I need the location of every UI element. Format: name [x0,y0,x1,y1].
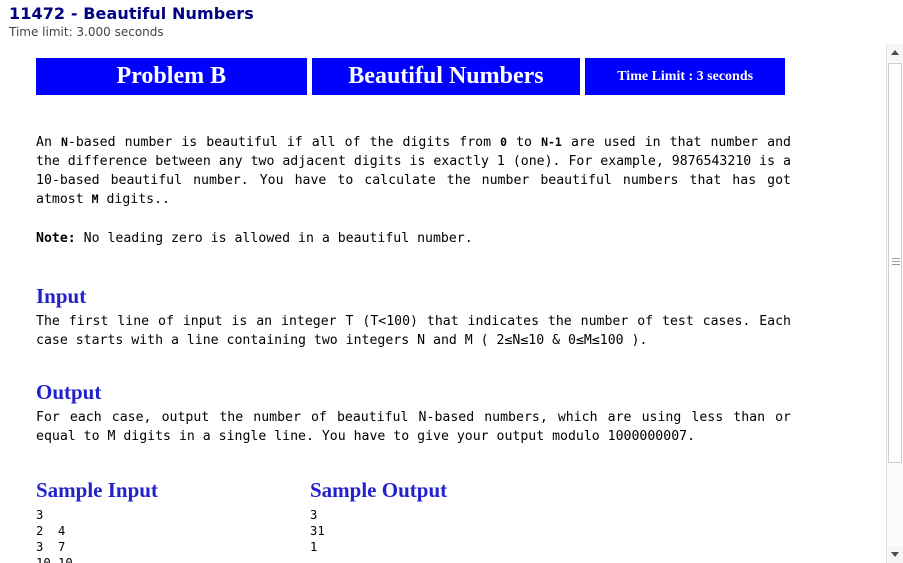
desc-part-2: -based number is beautiful if all of the… [67,135,501,150]
input-text-a: The first line of input is an integer [36,314,346,329]
input-var-n: N [417,333,426,348]
scroll-up-arrow-icon [891,50,899,55]
desc-part-1: An [36,135,61,150]
output-var-n: N [418,410,427,425]
input-section-body: The first line of input is an integer T … [36,312,791,350]
page-header: 11472 - Beautiful Numbers Time limit: 3.… [0,0,903,40]
scroll-down-arrow-icon [891,552,899,557]
desc-part-5: digits.. [98,192,170,207]
desc-var-m: M [91,192,99,206]
banner-problem-name: Beautiful Numbers [311,58,581,95]
banner-time-limit: Time Limit : 3 seconds [585,58,786,95]
page-title: 11472 - Beautiful Numbers [9,4,254,23]
banner-problem-label: Problem B [36,58,307,95]
input-text-g: ). [623,333,648,348]
scroll-up-button[interactable] [887,44,903,61]
vertical-scrollbar[interactable] [886,44,903,563]
problem-document-pane: Problem B Beautiful Numbers Time Limit :… [0,44,886,563]
input-range-n: 2≤N≤10 [496,333,545,348]
note-text: No leading zero is allowed in a beautifu… [75,231,473,246]
input-section-heading: Input [36,284,87,308]
input-text-f: & [544,333,569,348]
sample-output-heading: Sample Output [310,478,448,502]
scrollbar-track[interactable] [887,61,903,546]
desc-var-zero: 0 [500,135,508,149]
scrollbar-thumb[interactable] [888,63,902,463]
input-text-e: ( [472,333,497,348]
output-text-a: For each case, output the number of beau… [36,410,419,425]
desc-var-n: N [60,135,68,149]
desc-var-n-minus-1: N-1 [541,135,562,149]
output-text-c: digits in a single line. You have to giv… [115,429,696,444]
output-section-body: For each case, output the number of beau… [36,408,791,446]
input-var-m: M [464,333,473,348]
output-section-heading: Output [36,380,102,404]
problem-note: Note: No leading zero is allowed in a be… [36,229,791,248]
time-limit-subtitle: Time limit: 3.000 seconds [9,25,164,39]
sample-output-column: Sample Output 3 31 1 [310,478,447,555]
scrollbar-grip-icon [892,258,900,268]
desc-part-3: to [507,135,542,150]
sample-output-text: 3 31 1 [310,508,325,554]
scroll-down-button[interactable] [887,546,903,563]
note-label: Note: [36,231,76,246]
problem-description: An N-based number is beautiful if all of… [36,133,791,209]
input-var-t-bound: T<100 [370,314,411,329]
sample-section: Sample Input 3 2 4 3 7 10 10 Sample Outp… [0,478,886,563]
sample-input-heading: Sample Input [36,478,158,502]
input-text-d: and [425,333,465,348]
input-range-m: 0≤M≤100 [568,333,624,348]
sample-input-text: 3 2 4 3 7 10 10 [36,508,73,563]
input-text-b: ( [353,314,371,329]
sample-input-column: Sample Input 3 2 4 3 7 10 10 [36,478,158,563]
problem-banner: Problem B Beautiful Numbers Time Limit :… [36,58,786,95]
